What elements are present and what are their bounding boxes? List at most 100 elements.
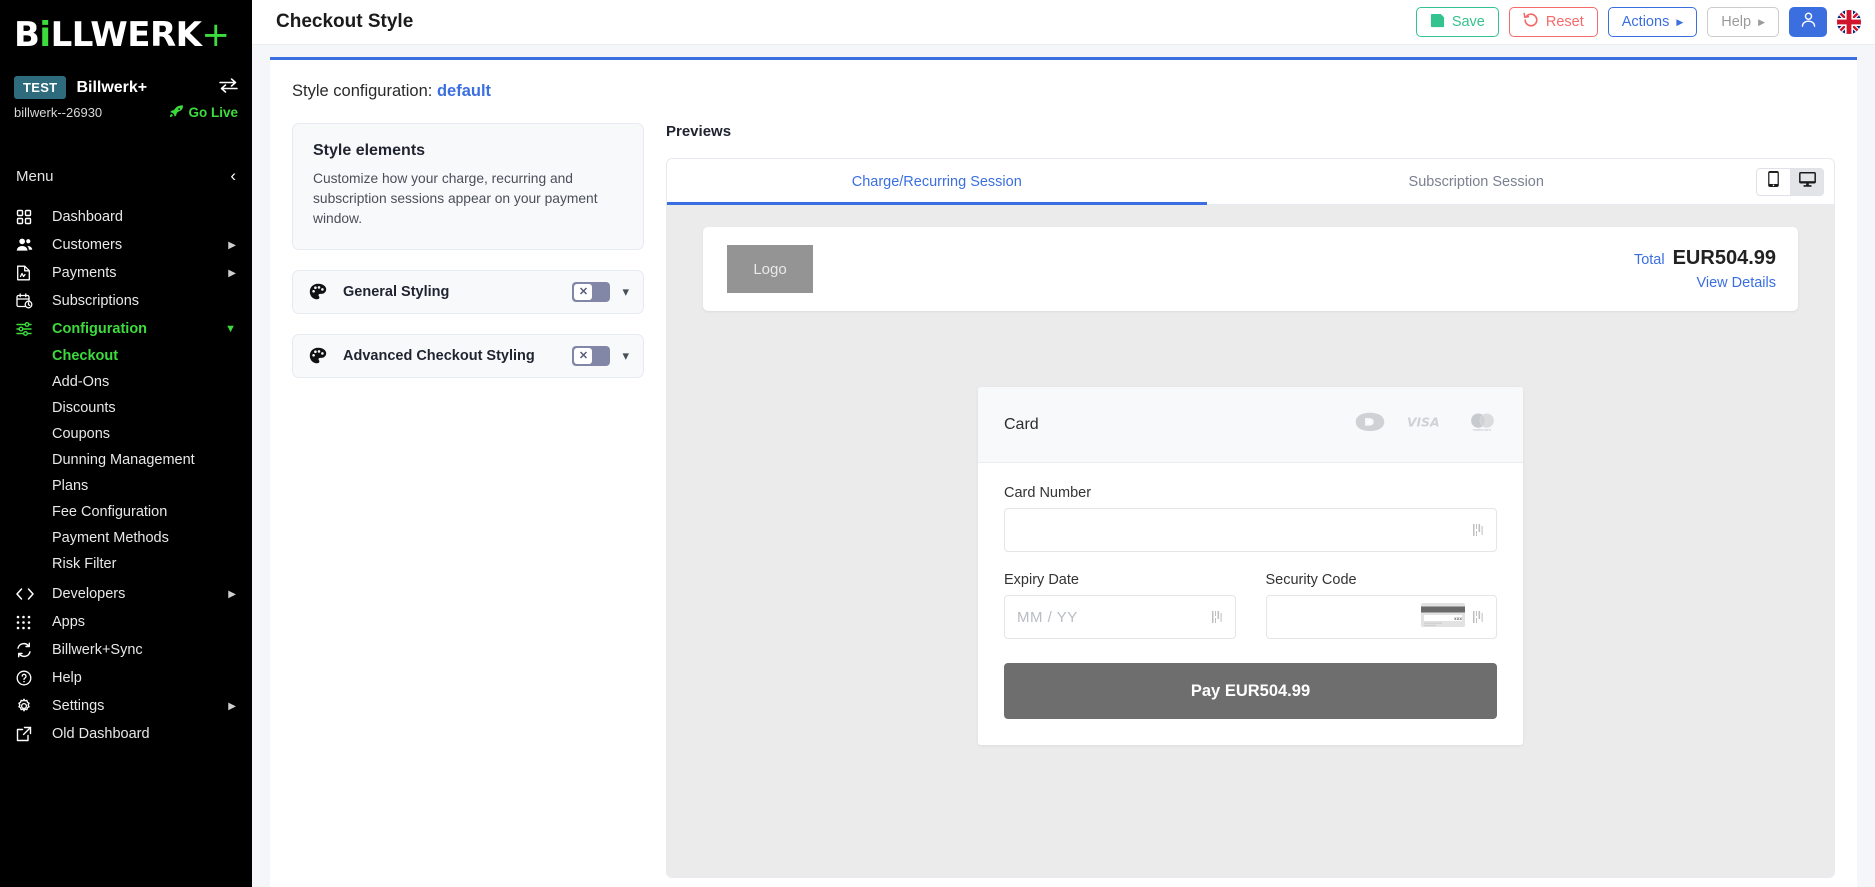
sidebar-subitem-label: Checkout xyxy=(52,348,119,364)
sidebar-subitem-label: Fee Configuration xyxy=(52,504,168,520)
mobile-icon xyxy=(1768,171,1779,192)
brand-logo[interactable]: BiLLWERK+ xyxy=(0,0,252,62)
expiry-date-input[interactable]: MM / YY xyxy=(1004,595,1236,639)
collapse-sidebar-icon[interactable]: ‹ xyxy=(230,166,236,186)
grid-icon xyxy=(16,209,42,225)
help-label: Help xyxy=(1721,14,1752,30)
chevron-down-icon: ▼ xyxy=(225,323,236,335)
sidebar-item-plans[interactable]: Plans xyxy=(0,473,252,499)
sidebar-item-label: Settings xyxy=(52,698,105,714)
content-scroll: Style configuration: default Style eleme… xyxy=(252,45,1875,887)
tab-charge-recurring-session[interactable]: Charge/Recurring Session xyxy=(667,159,1207,205)
previews-title: Previews xyxy=(666,123,732,140)
sidebar-item-label: Old Dashboard xyxy=(52,726,150,742)
sidebar-item-configuration[interactable]: Configuration ▼ xyxy=(0,315,252,343)
security-code-adornment: xxx xyxy=(1421,600,1484,635)
environment-badge: TEST xyxy=(14,76,67,99)
sidebar-item-label: Configuration xyxy=(52,321,148,337)
accordion-general-styling[interactable]: General Styling ✕ ▾ xyxy=(292,270,644,314)
chevron-down-icon[interactable]: ▾ xyxy=(622,284,629,300)
pay-button[interactable]: Pay EUR504.99 xyxy=(1004,663,1497,719)
sidebar-item-billwerk-sync[interactable]: Billwerk+Sync xyxy=(0,636,252,664)
sidebar-nav: Dashboard Customers ▶ Payments ▶ Subscri… xyxy=(0,203,252,748)
tab-subscription-session[interactable]: Subscription Session xyxy=(1207,159,1747,204)
actions-button[interactable]: Actions ▶ xyxy=(1607,7,1698,37)
logo-part-plus: + xyxy=(201,15,231,55)
reset-button[interactable]: Reset xyxy=(1508,7,1598,37)
page-title: Checkout Style xyxy=(276,11,414,32)
sidebar-item-settings[interactable]: Settings ▶ xyxy=(0,692,252,720)
visa-icon: VISA xyxy=(1407,415,1445,434)
chevron-down-icon[interactable]: ▾ xyxy=(622,348,629,364)
sidebar-item-label: Subscriptions xyxy=(52,293,140,309)
device-toggle-group xyxy=(1746,159,1834,204)
svg-text:xxx: xxx xyxy=(1454,615,1462,620)
sidebar-item-customers[interactable]: Customers ▶ xyxy=(0,231,252,259)
sliders-icon xyxy=(16,321,42,337)
switch-account-icon[interactable] xyxy=(219,77,238,98)
style-configuration-header: Style configuration: default xyxy=(270,60,1857,101)
expiry-date-adornment xyxy=(1211,609,1223,625)
sidebar-item-payments[interactable]: Payments ▶ xyxy=(0,259,252,287)
card-number-adornment xyxy=(1473,522,1484,538)
sidebar-item-dashboard[interactable]: Dashboard xyxy=(0,203,252,231)
security-code-input[interactable]: xxx xyxy=(1265,595,1497,639)
sidebar-item-checkout[interactable]: Checkout xyxy=(0,343,252,369)
advanced-checkout-styling-toggle[interactable]: ✕ xyxy=(572,346,611,366)
sidebar-item-old-dashboard[interactable]: Old Dashboard xyxy=(0,720,252,748)
language-flag-icon[interactable] xyxy=(1837,10,1861,34)
reset-label: Reset xyxy=(1545,14,1584,30)
sidebar-item-developers[interactable]: Developers ▶ xyxy=(0,580,252,608)
sidebar-item-fee-configuration[interactable]: Fee Configuration xyxy=(0,499,252,525)
accordion-advanced-checkout-styling[interactable]: Advanced Checkout Styling ✕ ▾ xyxy=(292,334,644,378)
sidebar-item-help[interactable]: Help xyxy=(0,664,252,692)
desktop-view-button[interactable] xyxy=(1790,167,1824,196)
sidebar-subitem-label: Plans xyxy=(52,478,89,494)
sidebar-item-payment-methods[interactable]: Payment Methods xyxy=(0,525,252,551)
expiry-date-group: Expiry Date MM / YY xyxy=(1004,572,1236,639)
account-row-secondary: billwerk--26930 Go Live xyxy=(14,104,238,121)
logo-text: BiLLWERK+ xyxy=(14,18,252,52)
tab-label: Subscription Session xyxy=(1408,173,1544,190)
expiry-date-placeholder: MM / YY xyxy=(1017,608,1078,626)
sidebar-item-subscriptions[interactable]: Subscriptions xyxy=(0,287,252,315)
view-details-link[interactable]: View Details xyxy=(1634,275,1776,291)
content-panel: Style configuration: default Style eleme… xyxy=(270,57,1857,887)
expiry-date-label: Expiry Date xyxy=(1004,572,1079,588)
sidebar-subitem-label: Payment Methods xyxy=(52,530,169,546)
chevron-right-icon: ▶ xyxy=(1758,16,1765,27)
checkout-preview-stage: Logo Total EUR504.99 View Details Card V… xyxy=(667,205,1834,877)
general-styling-toggle[interactable]: ✕ xyxy=(572,282,611,302)
toggle-knob: ✕ xyxy=(574,284,593,300)
sidebar-item-dunning-management[interactable]: Dunning Management xyxy=(0,447,252,473)
sidebar-item-coupons[interactable]: Coupons xyxy=(0,421,252,447)
sidebar-item-label: Dashboard xyxy=(52,209,123,225)
save-label: Save xyxy=(1451,14,1485,30)
sidebar-item-add-ons[interactable]: Add-Ons xyxy=(0,369,252,395)
go-live-button[interactable]: Go Live xyxy=(169,104,238,121)
checkout-total-block: Total EUR504.99 View Details xyxy=(1634,247,1776,291)
account-row-primary: TEST Billwerk+ xyxy=(14,76,238,99)
accordion-label: General Styling xyxy=(343,284,450,300)
help-button[interactable]: Help ▶ xyxy=(1707,7,1779,37)
sidebar-item-label: Billwerk+Sync xyxy=(52,642,143,658)
card-number-input[interactable] xyxy=(1004,508,1497,552)
sidebar-item-apps[interactable]: Apps xyxy=(0,608,252,636)
user-profile-button[interactable] xyxy=(1789,7,1827,37)
rocket-icon xyxy=(169,104,184,121)
account-id: billwerk--26930 xyxy=(14,105,103,120)
toggle-knob: ✕ xyxy=(574,348,593,364)
code-icon xyxy=(16,587,42,601)
chevron-right-icon: ▶ xyxy=(228,267,236,279)
desktop-icon xyxy=(1798,171,1816,192)
security-code-label: Security Code xyxy=(1265,572,1357,588)
style-configuration-value[interactable]: default xyxy=(437,82,491,100)
content-columns: Style elements Customize how your charge… xyxy=(270,101,1857,878)
mobile-view-button[interactable] xyxy=(1756,167,1790,196)
sidebar-item-risk-filter[interactable]: Risk Filter xyxy=(0,551,252,577)
save-button[interactable]: Save xyxy=(1415,7,1499,37)
account-switcher[interactable]: TEST Billwerk+ billwerk--26930 Go Live xyxy=(0,62,252,121)
logo-part-before: B xyxy=(14,15,40,55)
sidebar-item-discounts[interactable]: Discounts xyxy=(0,395,252,421)
chevron-right-icon: ▶ xyxy=(228,588,236,600)
